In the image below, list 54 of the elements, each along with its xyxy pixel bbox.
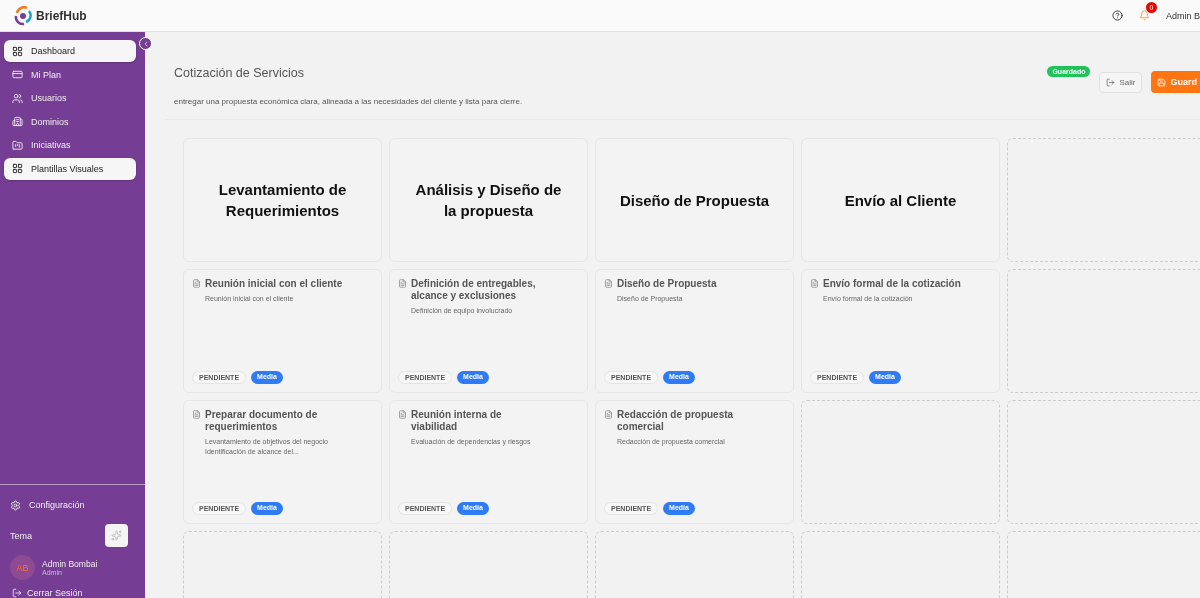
- profile-name: Admin Bombai: [42, 559, 98, 569]
- task-title: Redacción de propuesta comercial: [617, 409, 735, 433]
- task-title: Diseño de Propuesta: [617, 278, 717, 290]
- document-icon: [604, 279, 613, 288]
- page-description: entregar una propuesta económica clara, alineada a las necesidades del cliente y lista para cierre.: [174, 97, 523, 106]
- exit-button[interactable]: Salir: [1099, 72, 1143, 93]
- document-icon: [810, 279, 819, 288]
- empty-slot[interactable]: [1007, 138, 1200, 262]
- avatar: AB: [10, 555, 35, 580]
- task-title: Preparar documento de requerimientos: [205, 409, 319, 433]
- empty-slot[interactable]: [1007, 269, 1200, 393]
- task-title: Reunión interna de viabilidad: [411, 409, 503, 433]
- nav-item[interactable]: Usuarios: [4, 87, 136, 109]
- task-title: Reunión inicial con el cliente: [205, 278, 343, 290]
- building-icon: [12, 116, 23, 127]
- sparkle-icon: [111, 530, 122, 541]
- task-title: Definición de entregables, alcance y exclusiones: [411, 278, 537, 302]
- save-icon: [1157, 77, 1167, 87]
- document-icon: [398, 410, 407, 419]
- users-icon: [12, 92, 23, 104]
- nav-item[interactable]: Plantillas Visuales: [4, 157, 136, 180]
- document-icon: [604, 410, 613, 419]
- stage-title: Envío al Cliente: [844, 190, 957, 211]
- exit-icon: [1106, 78, 1116, 87]
- theme-button[interactable]: [105, 524, 128, 547]
- stage-title: Diseño de Propuesta: [619, 190, 770, 211]
- document-icon: [192, 410, 201, 419]
- logout-link[interactable]: Cerrar Sesión: [12, 588, 145, 598]
- page-title: Cotización de Servicios: [174, 66, 305, 80]
- logo-icon: [14, 5, 32, 26]
- document-icon: [192, 279, 201, 288]
- brand-name: BriefHub: [36, 8, 87, 23]
- collapse-button[interactable]: [139, 37, 152, 50]
- empty-slot[interactable]: [1007, 400, 1200, 524]
- theme-label: Tema: [10, 530, 32, 541]
- user-name[interactable]: Admin B: [1166, 10, 1200, 21]
- stage-title: Levantamiento de Requerimientos: [217, 180, 348, 221]
- document-icon: [398, 279, 407, 288]
- bell-icon[interactable]: [1139, 10, 1150, 21]
- nav-item[interactable]: Dominios: [4, 110, 136, 133]
- stage-title: Análisis y Diseño de la propuesta: [414, 180, 563, 221]
- nav-item[interactable]: Iniciativas: [4, 134, 136, 156]
- task-title: Envío formal de la cotización: [823, 278, 961, 290]
- card-icon: [12, 69, 23, 80]
- folder-icon: [12, 139, 23, 151]
- help-icon[interactable]: [1112, 10, 1123, 21]
- grid-icon: [12, 45, 23, 57]
- empty-slot[interactable]: [801, 400, 1000, 524]
- nav-item[interactable]: Dashboard: [4, 40, 136, 62]
- settings-icon: [10, 499, 21, 511]
- logout-icon: [12, 588, 22, 598]
- grid-icon: [12, 163, 23, 174]
- settings-link[interactable]: Configuración: [10, 495, 145, 515]
- nav-item[interactable]: Mi Plan: [4, 63, 136, 86]
